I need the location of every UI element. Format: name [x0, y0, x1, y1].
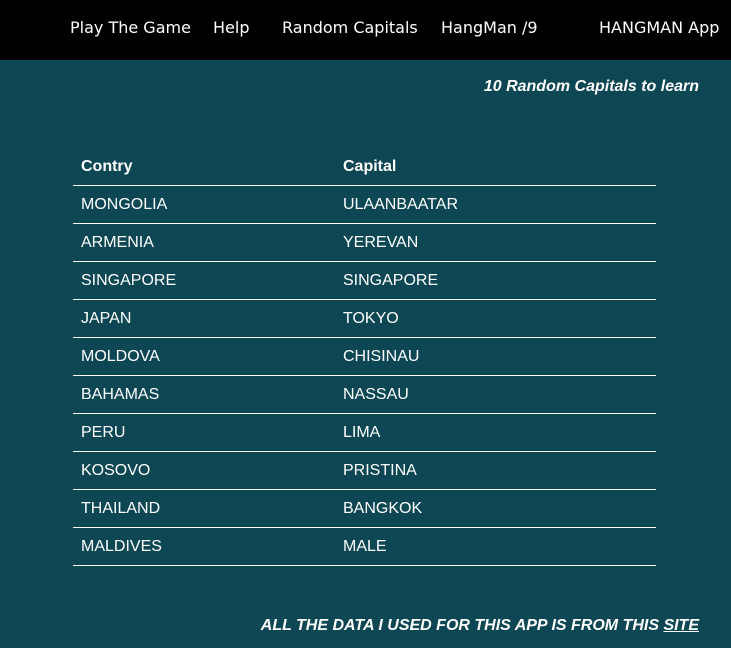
table-row: MALDIVES MALE: [73, 527, 656, 566]
footer-credit: ALL THE DATA I USED FOR THIS APP IS FROM…: [261, 617, 699, 635]
capital-cell: PRISTINA: [335, 451, 656, 490]
capital-cell: CHISINAU: [335, 337, 656, 376]
country-cell: MONGOLIA: [73, 185, 335, 224]
table-row: JAPAN TOKYO: [73, 299, 656, 338]
country-cell: BAHAMAS: [73, 375, 335, 414]
capital-cell: YEREVAN: [335, 223, 656, 262]
table-row: ARMENIA YEREVAN: [73, 223, 656, 262]
table-row: MOLDOVA CHISINAU: [73, 337, 656, 376]
country-cell: SINGAPORE: [73, 261, 335, 300]
capital-cell: BANGKOK: [335, 489, 656, 528]
country-cell: JAPAN: [73, 299, 335, 338]
page-subtitle: 10 Random Capitals to learn: [483, 78, 699, 95]
column-header-country: Contry: [73, 148, 335, 186]
capital-cell: ULAANBAATAR: [335, 185, 656, 224]
nav-random-capitals[interactable]: Random Capitals: [282, 18, 418, 37]
app-brand[interactable]: HANGMAN App: [599, 18, 719, 37]
table-header-row: Contry Capital: [73, 148, 656, 186]
capital-cell: LIMA: [335, 413, 656, 452]
capital-cell: TOKYO: [335, 299, 656, 338]
country-cell: THAILAND: [73, 489, 335, 528]
table-row: THAILAND BANGKOK: [73, 489, 656, 528]
capital-cell: SINGAPORE: [335, 261, 656, 300]
capital-cell: NASSAU: [335, 375, 656, 414]
nav-play-the-game[interactable]: Play The Game: [70, 18, 191, 37]
capitals-table: Contry Capital MONGOLIA ULAANBAATAR ARMEN…: [73, 148, 656, 566]
nav-hangman[interactable]: HangMan /9: [441, 18, 538, 37]
table-row: MONGOLIA ULAANBAATAR: [73, 185, 656, 224]
country-cell: ARMENIA: [73, 223, 335, 262]
country-cell: PERU: [73, 413, 335, 452]
table-row: PERU LIMA: [73, 413, 656, 452]
table-row: SINGAPORE SINGAPORE: [73, 261, 656, 300]
nav-help[interactable]: Help: [213, 18, 249, 37]
country-cell: MOLDOVA: [73, 337, 335, 376]
capital-cell: MALE: [335, 527, 656, 566]
country-cell: MALDIVES: [73, 527, 335, 566]
country-cell: KOSOVO: [73, 451, 335, 490]
table-row: KOSOVO PRISTINA: [73, 451, 656, 490]
footer-text: ALL THE DATA I USED FOR THIS APP IS FROM…: [260, 617, 664, 634]
column-header-capital: Capital: [335, 148, 656, 186]
footer-site-link[interactable]: SITE: [663, 617, 699, 634]
navbar: Play The Game Help Random Capitals HangM…: [0, 0, 731, 60]
table-row: BAHAMAS NASSAU: [73, 375, 656, 414]
